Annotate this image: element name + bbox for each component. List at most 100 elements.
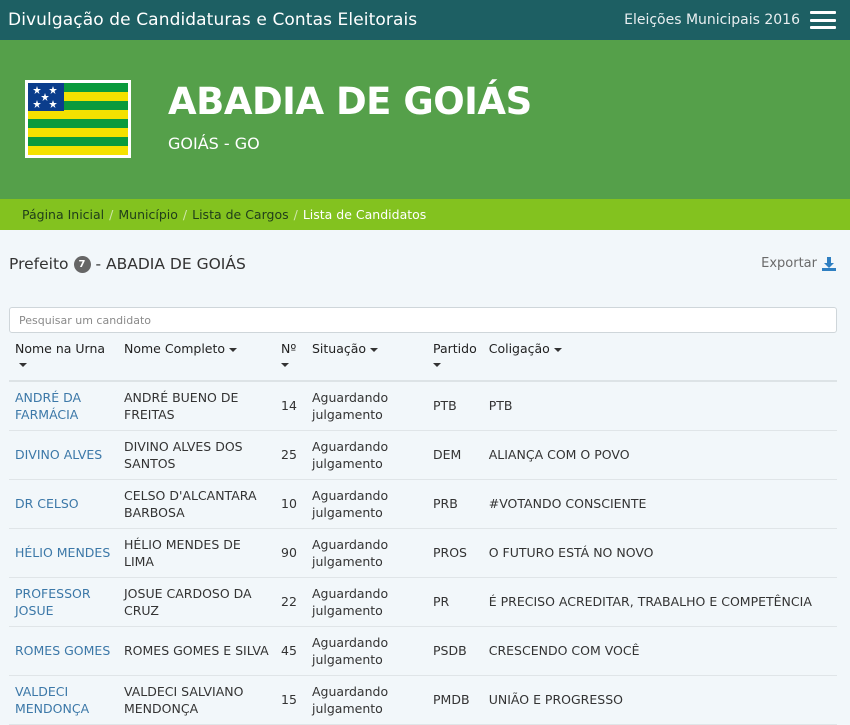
election-label: Eleições Municipais 2016: [624, 12, 800, 28]
cell-partido: PMDB: [427, 675, 483, 725]
cell-partido: PTB: [427, 381, 483, 431]
cell-numero: 90: [275, 528, 306, 578]
cell-partido: PR: [427, 577, 483, 627]
candidate-link[interactable]: ANDRÉ DA FARMÁCIA: [15, 390, 81, 422]
candidate-link[interactable]: DR CELSO: [15, 496, 79, 511]
header-nome-completo[interactable]: Nome Completo: [118, 337, 275, 382]
cell-nome-urna: DIVINO ALVES: [9, 430, 118, 480]
breadcrumb-home[interactable]: Página Inicial: [22, 207, 104, 222]
cell-nome-urna: ROMES GOMES: [9, 626, 118, 676]
cell-nome-urna: HÉLIO MENDES: [9, 528, 118, 578]
cell-nome-urna: DR CELSO: [9, 479, 118, 529]
topbar-right: Eleições Municipais 2016: [624, 11, 836, 29]
cell-nome-completo: JOSUE CARDOSO DA CRUZ: [118, 577, 275, 627]
office-location: - ABADIA DE GOIÁS: [95, 255, 246, 273]
table-row: ANDRÉ DA FARMÁCIA ANDRÉ BUENO DE FREITAS 1…: [9, 381, 837, 431]
flag-stripe: [28, 146, 128, 155]
city-title: ABADIA DE GOIÁS: [168, 80, 532, 123]
cell-nome-completo: VALDECI SALVIANO MENDONÇA: [118, 675, 275, 725]
breadcrumb-municipio[interactable]: Município: [118, 207, 178, 222]
cell-partido: PSDB: [427, 626, 483, 676]
cell-nome-urna: PROFESSOR JOSUE: [9, 577, 118, 627]
breadcrumb-separator: /: [109, 207, 114, 222]
cell-numero: 14: [275, 381, 306, 431]
cell-nome-urna: ANDRÉ DA FARMÁCIA: [9, 381, 118, 431]
table-row: PROFESSOR JOSUE JOSUE CARDOSO DA CRUZ 22 Ag…: [9, 577, 837, 627]
cell-situacao: Aguardando julgamento: [306, 577, 427, 627]
cell-coligacao: #VOTANDO CONSCIENTE: [482, 479, 837, 529]
office-title: Prefeito 7 - ABADIA DE GOIÁS: [9, 255, 246, 273]
breadcrumb-separator: /: [182, 207, 188, 222]
download-icon: [822, 256, 836, 271]
table-row: DR CELSO CELSO D'ALCANTARA BARBOSA 10 Aguar…: [9, 479, 837, 529]
cell-coligacao: É PRECISO ACREDITAR, TRABALHO E COMPETÊN…: [482, 577, 837, 627]
cell-situacao: Aguardando julgamento: [306, 479, 427, 529]
breadcrumb-separator: /: [293, 207, 298, 222]
top-navbar: Divulgação de Candidaturas e Contas Elei…: [0, 0, 850, 40]
sort-caret-icon: [19, 362, 27, 367]
header-partido[interactable]: Partido: [427, 337, 483, 382]
state-flag-icon: [25, 80, 131, 158]
candidate-count-badge: 7: [73, 255, 91, 273]
cell-nome-completo: HÉLIO MENDES DE LIMA: [118, 528, 275, 578]
header-numero[interactable]: Nº: [275, 337, 306, 382]
cell-numero: 22: [275, 577, 306, 627]
table-row: HÉLIO MENDES HÉLIO MENDES DE LIMA 90 Aguard…: [9, 528, 837, 578]
cell-situacao: Aguardando julgamento: [306, 430, 427, 480]
candidate-link[interactable]: VALDECI MENDONÇA: [15, 684, 89, 716]
header-coligacao[interactable]: Coligação: [482, 337, 837, 382]
cell-coligacao: ALIANÇA COM O POVO: [482, 430, 837, 480]
candidate-link[interactable]: ROMES GOMES: [15, 643, 110, 658]
breadcrumb-current: Lista de Candidatos: [302, 207, 427, 222]
sort-caret-icon: [281, 362, 289, 367]
menu-icon[interactable]: [810, 11, 836, 29]
candidate-link[interactable]: DIVINO ALVES: [15, 447, 102, 462]
cell-coligacao: PTB: [482, 381, 837, 431]
cell-partido: PROS: [427, 528, 483, 578]
cell-coligacao: CRESCENDO COM VOCÊ: [482, 626, 837, 676]
cell-nome-completo: CELSO D'ALCANTARA BARBOSA: [118, 479, 275, 529]
cell-nome-completo: ANDRÉ BUENO DE FREITAS: [118, 381, 275, 431]
cell-partido: PRB: [427, 479, 483, 529]
breadcrumb: Página Inicial / Município / Lista de Ca…: [0, 199, 850, 230]
cell-nome-urna: VALDECI MENDONÇA: [9, 675, 118, 725]
cell-situacao: Aguardando julgamento: [306, 381, 427, 431]
cell-situacao: Aguardando julgamento: [306, 528, 427, 578]
municipality-header: ABADIA DE GOIÁS GOIÁS - GO: [0, 40, 850, 199]
cell-situacao: Aguardando julgamento: [306, 675, 427, 725]
export-label: Exportar: [761, 256, 817, 271]
table-row: ROMES GOMES ROMES GOMES E SILVA 45 Aguardan…: [9, 626, 837, 676]
sort-caret-icon: [229, 347, 238, 352]
cell-situacao: Aguardando julgamento: [306, 626, 427, 676]
cell-nome-completo: DIVINO ALVES DOS SANTOS: [118, 430, 275, 480]
cell-coligacao: UNIÃO E PROGRESSO: [482, 675, 837, 725]
sort-caret-icon: [433, 362, 441, 367]
search-input[interactable]: [9, 307, 837, 333]
sort-caret-icon: [553, 347, 562, 352]
cell-numero: 15: [275, 675, 306, 725]
office-name: Prefeito: [9, 255, 69, 273]
table-header-row: Nome na Urna Nome Completo Nº Situação P…: [9, 337, 837, 382]
cell-numero: 25: [275, 430, 306, 480]
header-nome-urna[interactable]: Nome na Urna: [9, 337, 118, 382]
table-row: DIVINO ALVES DIVINO ALVES DOS SANTOS 25 Agu…: [9, 430, 837, 480]
export-button[interactable]: Exportar: [761, 256, 836, 271]
sort-caret-icon: [370, 347, 379, 352]
breadcrumb-cargos[interactable]: Lista de Cargos: [192, 207, 288, 222]
cell-partido: DEM: [427, 430, 483, 480]
table-row: VALDECI MENDONÇA VALDECI SALVIANO MENDONÇ…: [9, 675, 837, 725]
flag-stripe: [28, 110, 128, 119]
flag-stripe: [28, 137, 128, 146]
candidates-table: Nome na Urna Nome Completo Nº Situação P…: [9, 337, 837, 725]
header-situacao[interactable]: Situação: [306, 337, 427, 382]
candidate-link[interactable]: PROFESSOR JOSUE: [15, 586, 91, 618]
app-title[interactable]: Divulgação de Candidaturas e Contas Elei…: [8, 10, 417, 30]
candidate-link[interactable]: HÉLIO MENDES: [15, 545, 110, 560]
flag-stripe: [28, 128, 128, 137]
cell-numero: 45: [275, 626, 306, 676]
cell-numero: 10: [275, 479, 306, 529]
flag-canton: [28, 83, 64, 111]
cell-nome-completo: ROMES GOMES E SILVA: [118, 626, 275, 676]
state-subtitle: GOIÁS - GO: [168, 134, 260, 153]
flag-stripe: [28, 119, 128, 128]
